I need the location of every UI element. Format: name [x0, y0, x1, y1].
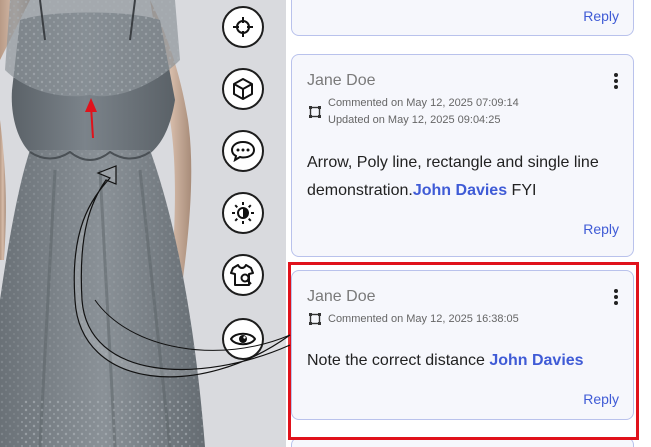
comment-card-selected: Jane Doe Commented on May 12, 2025 16:38… — [291, 270, 634, 420]
3d-view-tool-button[interactable] — [222, 68, 264, 110]
comments-tool-button[interactable] — [222, 130, 264, 172]
comment-created-date: Commented on May 12, 2025 16:38:05 — [328, 313, 519, 325]
rectangle-annotation-icon — [309, 106, 321, 118]
comment-created-date: Commented on May 12, 2025 07:09:14 — [328, 97, 519, 109]
eye-icon — [230, 332, 256, 346]
comment-text: Arrow, Poly line, rectangle and single l… — [307, 149, 607, 205]
comment-updated-date: Updated on May 12, 2025 09:04:25 — [328, 114, 501, 126]
reply-link[interactable]: Reply — [583, 8, 619, 24]
3d-viewport[interactable] — [0, 0, 286, 447]
reply-link[interactable]: Reply — [583, 221, 619, 237]
comment-card-previous: Reply — [291, 0, 634, 36]
brightness-icon — [232, 202, 254, 224]
reply-link[interactable]: Reply — [583, 391, 619, 407]
comment-card-next — [291, 437, 634, 447]
comment-text: Note the correct distance John Davies — [307, 347, 607, 375]
cube-icon — [233, 78, 253, 100]
rectangle-annotation-icon — [309, 313, 321, 325]
crosshair-icon — [233, 17, 253, 37]
comment-card: Jane Doe Commented on May 12, 2025 07:09… — [291, 54, 634, 257]
lighting-tool-button[interactable] — [222, 192, 264, 234]
panel-scrollbar[interactable] — [641, 0, 651, 447]
comment-author: Jane Doe — [307, 72, 376, 89]
more-options-icon[interactable] — [611, 289, 621, 307]
garment-inspect-tool-button[interactable] — [222, 254, 264, 296]
chat-bubble-icon — [230, 140, 256, 163]
comment-author: Jane Doe — [307, 288, 376, 305]
comments-panel[interactable]: Reply Jane Doe Commented on May 12, 2025… — [286, 0, 651, 447]
crosshair-tool-button[interactable] — [222, 6, 264, 48]
comment-text-suffix: FYI — [507, 182, 537, 199]
comment-text-body: Note the correct distance — [307, 352, 490, 369]
garment-search-icon — [230, 264, 254, 286]
user-mention[interactable]: John Davies — [489, 352, 583, 369]
user-mention[interactable]: John Davies — [413, 182, 507, 199]
visibility-tool-button[interactable] — [222, 318, 264, 360]
more-options-icon[interactable] — [611, 73, 621, 91]
